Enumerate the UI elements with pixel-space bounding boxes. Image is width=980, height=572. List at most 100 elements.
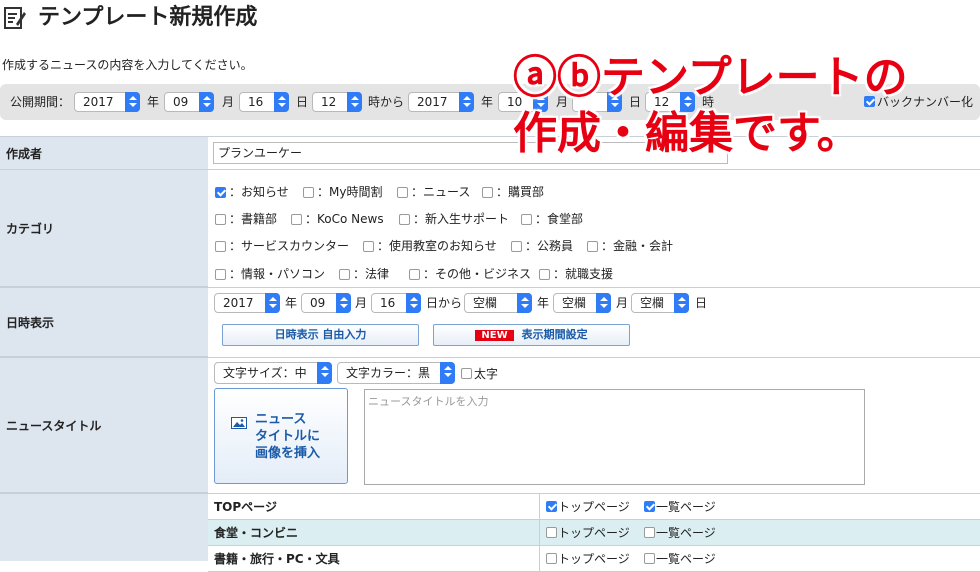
font-color-select[interactable]: 文字カラー：黒 (337, 362, 455, 384)
unit-label: 日 (296, 95, 309, 109)
list-page-label: 一覧ページ (656, 552, 716, 566)
column-divider (539, 546, 540, 572)
font-size-select[interactable]: 文字サイズ：中 (214, 362, 332, 384)
category-item-label: ：使用教室のお知らせ (377, 239, 497, 253)
list-page-checkbox[interactable] (644, 553, 655, 564)
period-label: 公開期間： (10, 95, 71, 109)
insert-image-line: タイトルに (255, 429, 321, 444)
category-checkbox[interactable] (511, 241, 522, 252)
category-item-label: ：購買部 (496, 185, 545, 199)
edit-document-icon (4, 6, 26, 30)
category-checkbox[interactable] (397, 187, 408, 198)
top-page-checkbox[interactable] (546, 501, 557, 512)
category-checkbox[interactable] (521, 214, 532, 225)
unit-label: 月 (616, 296, 629, 310)
datetime-month-select[interactable]: 09 (301, 293, 351, 313)
insert-image-line: 画像を挿入 (255, 446, 321, 461)
page-row-name: 書籍・旅行・PC・文具 (214, 552, 340, 566)
start-hour-select[interactable]: 12 (312, 92, 362, 112)
news-title-textarea[interactable]: ニュースタイトルを入力 (364, 389, 865, 485)
category-checkbox[interactable] (339, 269, 350, 280)
category-checkbox[interactable] (587, 241, 598, 252)
datetime-end-day-select[interactable]: 空欄 (631, 293, 689, 313)
unit-label: 日から (426, 296, 463, 310)
category-checkbox[interactable] (215, 214, 226, 225)
unit-label: 時から (368, 95, 405, 109)
category-item-label: ：就職支援 (553, 267, 614, 281)
top-page-label: トップページ (558, 526, 630, 540)
page-row-name: 食堂・コンビニ (214, 526, 299, 540)
list-page-checkbox[interactable] (644, 527, 655, 538)
category-item-label: ：新入生サポート (413, 212, 510, 226)
column-divider (539, 494, 540, 520)
page-placement-label (0, 494, 208, 561)
unit-label: 年 (285, 296, 298, 310)
free-input-button[interactable]: 日時表示 自由入力 (222, 324, 419, 346)
category-item-label: ：食堂部 (535, 212, 584, 226)
page-row: 書籍・旅行・PC・文具 トップページ 一覧ページ (208, 546, 980, 572)
top-page-label: トップページ (558, 552, 630, 566)
category-checkbox[interactable] (215, 187, 226, 198)
news-title-row: ニュースタイトル 文字サイズ：中 文字カラー：黒 太字 ニュース タイトルに 画… (0, 358, 980, 494)
bold-checkbox[interactable] (461, 368, 472, 379)
category-item-label: ：KoCo News (305, 212, 384, 226)
category-checkbox[interactable] (303, 187, 314, 198)
list-page-label: 一覧ページ (656, 526, 716, 540)
new-badge: NEW (475, 330, 514, 341)
unit-label: 日 (695, 296, 708, 310)
datetime-end-month-select[interactable]: 空欄 (553, 293, 611, 313)
bold-label: 太字 (474, 367, 499, 381)
list-page-checkbox[interactable] (644, 501, 655, 512)
image-icon (231, 417, 247, 429)
category-item-label: ：サービスカウンター (229, 239, 350, 253)
page-description: 作成するニュースの内容を入力してください。 (2, 58, 253, 72)
category-item-label: ：法律 (353, 267, 390, 281)
category-item-label: ：書籍部 (229, 212, 278, 226)
page-title: テンプレート新規作成 (38, 5, 258, 30)
annotation-line-1: ⓐⓑテンプレートの (513, 52, 908, 103)
category-checkbox[interactable] (539, 269, 550, 280)
category-item-label: ：公務員 (525, 239, 574, 253)
news-title-label: ニュースタイトル (0, 358, 208, 493)
end-year-select[interactable]: 2017 (408, 92, 474, 112)
author-label: 作成者 (0, 137, 208, 170)
category-label: カテゴリ (0, 170, 208, 287)
category-item-label: ：ニュース (411, 185, 471, 199)
datetime-day-select[interactable]: 16 (371, 293, 421, 313)
period-setting-button[interactable]: NEW 表示期間設定 (433, 324, 630, 346)
start-day-select[interactable]: 16 (239, 92, 289, 112)
start-year-select[interactable]: 2017 (74, 92, 140, 112)
column-divider (539, 520, 540, 546)
category-checkbox[interactable] (409, 269, 420, 280)
top-page-checkbox[interactable] (546, 527, 557, 538)
category-item-label: ：My時間割 (317, 185, 383, 199)
category-item-label: ：その他・ビジネス (423, 267, 532, 281)
category-checkbox[interactable] (215, 269, 226, 280)
category-checkbox[interactable] (291, 214, 302, 225)
start-month-select[interactable]: 09 (164, 92, 214, 112)
page-row: TOPページ トップページ 一覧ページ (208, 494, 980, 520)
insert-image-button[interactable]: ニュース タイトルに 画像を挿入 (214, 388, 348, 484)
period-setting-label: 表示期間設定 (521, 328, 588, 341)
unit-label: 年 (537, 296, 550, 310)
page-row-name: TOPページ (214, 500, 277, 514)
datetime-label: 日時表示 (0, 288, 208, 357)
datetime-row: 日時表示 2017 年 09 月 16 日から 空欄 年 空欄 月 空欄 日 日… (0, 288, 980, 358)
unit-label: 年 (481, 95, 494, 109)
category-checkbox[interactable] (482, 187, 493, 198)
unit-label: 月 (355, 296, 368, 310)
unit-label: 月 (222, 95, 235, 109)
category-checkbox[interactable] (399, 214, 410, 225)
datetime-end-year-select[interactable]: 空欄 (464, 293, 532, 313)
datetime-year-select[interactable]: 2017 (214, 293, 280, 313)
top-page-checkbox[interactable] (546, 553, 557, 564)
category-item-label: ：情報・パソコン (229, 267, 326, 281)
annotation-line-2: 作成・編集です。 (513, 108, 861, 159)
category-checkbox[interactable] (363, 241, 374, 252)
category-item-label: ：金融・会計 (601, 239, 674, 253)
page-row: 食堂・コンビニ トップページ 一覧ページ (208, 520, 980, 546)
top-page-label: トップページ (558, 500, 630, 514)
unit-label: 年 (147, 95, 160, 109)
list-page-label: 一覧ページ (656, 500, 716, 514)
category-checkbox[interactable] (215, 241, 226, 252)
